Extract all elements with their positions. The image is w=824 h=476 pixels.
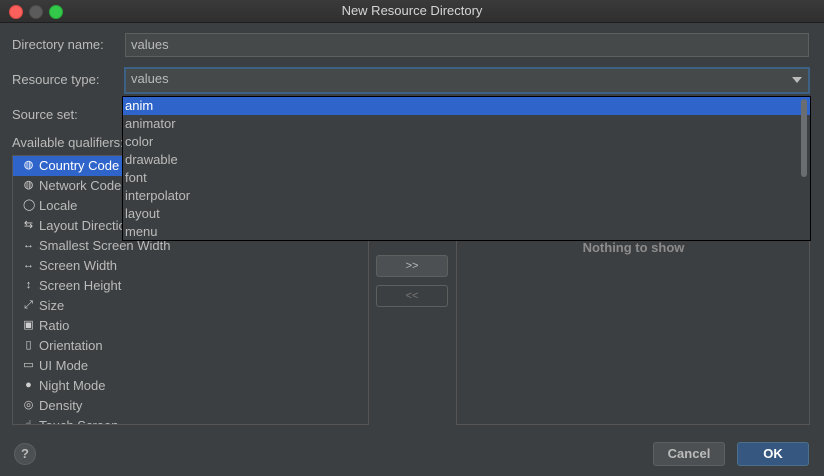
dropdown-option[interactable]: menu xyxy=(123,223,810,240)
directory-name-label: Directory name: xyxy=(12,37,104,52)
globe-pin-icon: ◍ xyxy=(23,159,34,171)
qualifier-item[interactable]: ▭ UI Mode xyxy=(13,356,368,376)
help-button[interactable]: ? xyxy=(14,443,36,465)
direction-icon: ⇆ xyxy=(23,219,34,231)
resource-type-label: Resource type: xyxy=(12,72,100,87)
source-set-label: Source set: xyxy=(12,107,78,122)
qualifier-label: Network Code xyxy=(39,178,122,193)
remove-qualifier-button[interactable]: << xyxy=(376,285,448,307)
qualifier-label: Screen Height xyxy=(39,278,122,293)
ui-mode-icon: ▭ xyxy=(23,359,34,371)
qualifier-label: Screen Width xyxy=(39,258,118,273)
dropdown-option[interactable]: animator xyxy=(123,115,810,133)
size-icon: ⤢ xyxy=(24,299,33,311)
qualifier-item[interactable]: ⤢ Size xyxy=(13,296,368,316)
dropdown-option[interactable]: layout xyxy=(123,205,810,223)
ok-button[interactable]: OK xyxy=(737,442,809,466)
night-mode-icon: ● xyxy=(25,379,32,391)
globe-icon: ◯ xyxy=(23,199,36,211)
orientation-icon: ▯ xyxy=(25,339,32,351)
qualifier-item[interactable]: ☝ Touch Screen xyxy=(13,416,368,424)
qualifier-label: Density xyxy=(39,398,83,413)
dropdown-option[interactable]: anim xyxy=(123,97,810,115)
empty-state-text: Nothing to show xyxy=(582,240,685,255)
qualifier-item[interactable]: ◎ Density xyxy=(13,396,368,416)
chevron-down-icon[interactable] xyxy=(792,77,802,83)
height-icon: ↕ xyxy=(25,279,32,291)
touch-icon: ☝ xyxy=(23,420,34,425)
qualifier-label: Night Mode xyxy=(39,378,106,393)
qualifier-label: Locale xyxy=(39,198,78,213)
qualifier-item[interactable]: ▯ Orientation xyxy=(13,336,368,356)
qualifier-label: Size xyxy=(39,298,65,313)
qualifier-label: Orientation xyxy=(39,338,103,353)
qualifier-label: Layout Direction xyxy=(39,218,133,233)
title-bar: New Resource Directory xyxy=(0,0,824,23)
cancel-button[interactable]: Cancel xyxy=(653,442,725,466)
qualifier-label: UI Mode xyxy=(39,358,89,373)
dropdown-option[interactable]: interpolator xyxy=(123,187,810,205)
network-icon: ◍ xyxy=(23,179,34,191)
qualifier-label: Touch Screen xyxy=(39,418,119,424)
width-icon: ↔ xyxy=(23,239,34,251)
available-qualifiers-label: Available qualifiers: xyxy=(12,135,124,150)
dropdown-scrollbar[interactable] xyxy=(801,99,807,177)
dropdown-option[interactable]: font xyxy=(123,169,810,187)
qualifier-item[interactable]: ↕ Screen Height xyxy=(13,276,368,296)
qualifier-item[interactable]: ▣ Ratio xyxy=(13,316,368,336)
add-qualifier-button[interactable]: >> xyxy=(376,255,448,277)
ratio-icon: ▣ xyxy=(23,319,34,331)
dropdown-option[interactable]: color xyxy=(123,133,810,151)
resource-type-value: values xyxy=(131,71,169,86)
width-icon: ↔ xyxy=(23,259,34,271)
qualifier-item[interactable]: ● Night Mode xyxy=(13,376,368,396)
window-title: New Resource Directory xyxy=(341,3,483,18)
qualifier-label: Country Code xyxy=(39,158,120,173)
dropdown-option[interactable]: drawable xyxy=(123,151,810,169)
qualifier-label: Ratio xyxy=(39,318,70,333)
directory-name-field[interactable]: values xyxy=(125,33,809,57)
resource-type-dropdown[interactable]: anim animator color drawable font interpolato… xyxy=(122,96,811,241)
qualifier-item[interactable]: ↔ Screen Width xyxy=(13,256,368,276)
resource-type-combo[interactable]: values xyxy=(124,67,810,94)
density-icon: ◎ xyxy=(23,399,34,411)
